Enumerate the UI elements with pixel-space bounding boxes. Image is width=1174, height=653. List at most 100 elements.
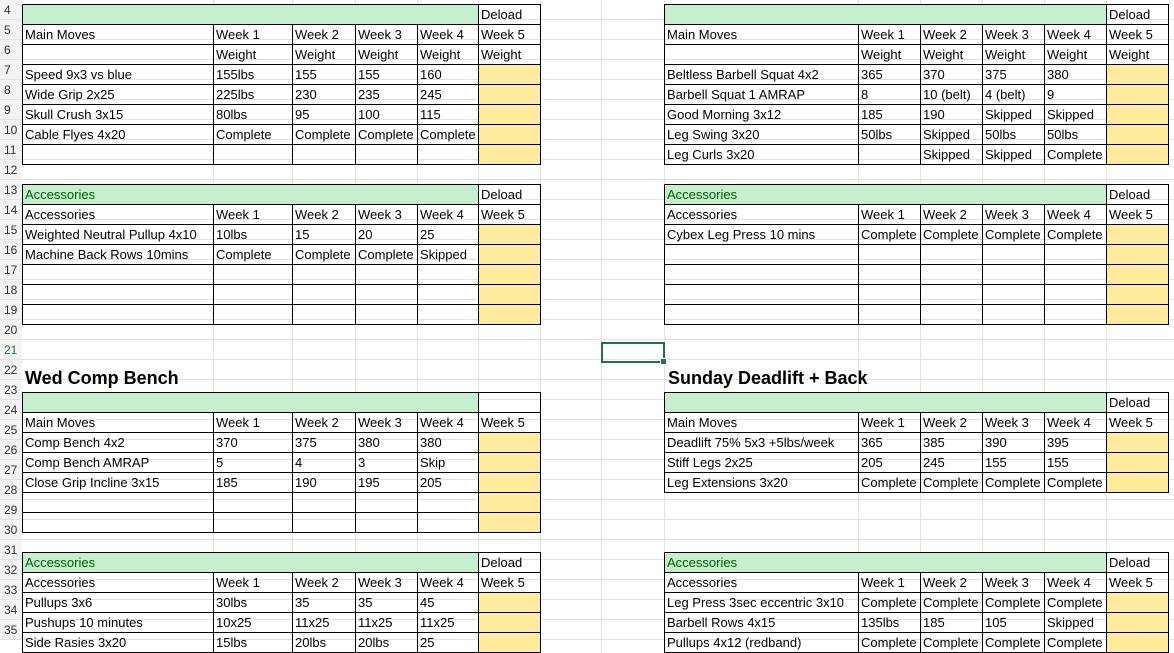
- deload-header-cell[interactable]: Deload: [1106, 184, 1169, 205]
- exercise-cell[interactable]: Comp Bench 4x2: [22, 432, 214, 453]
- value-cell[interactable]: [478, 104, 541, 125]
- value-cell[interactable]: 230: [292, 84, 356, 105]
- value-cell[interactable]: 50lbs: [982, 124, 1045, 145]
- value-cell[interactable]: [355, 144, 418, 165]
- value-cell[interactable]: [355, 512, 418, 533]
- value-cell[interactable]: 15lbs: [213, 632, 293, 653]
- value-cell[interactable]: 4: [292, 452, 356, 473]
- value-cell[interactable]: 185: [213, 472, 293, 493]
- value-cell[interactable]: [478, 84, 541, 105]
- value-cell[interactable]: [292, 144, 356, 165]
- value-cell[interactable]: Week 3: [982, 24, 1045, 45]
- value-cell[interactable]: Skipped: [417, 244, 479, 265]
- value-cell[interactable]: Complete: [982, 472, 1045, 493]
- value-cell[interactable]: [1106, 284, 1169, 305]
- value-cell[interactable]: Weight: [920, 44, 983, 65]
- value-cell[interactable]: [982, 284, 1045, 305]
- value-cell[interactable]: Week 3: [355, 412, 418, 433]
- value-cell[interactable]: 4 (belt): [982, 84, 1045, 105]
- exercise-cell[interactable]: Weighted Neutral Pullup 4x10: [22, 224, 214, 245]
- value-cell[interactable]: Skipped: [920, 144, 983, 165]
- value-cell[interactable]: Week 3: [355, 24, 418, 45]
- row-header[interactable]: 35: [0, 620, 22, 640]
- value-cell[interactable]: 245: [920, 452, 983, 473]
- value-cell[interactable]: Complete: [982, 632, 1045, 653]
- value-cell[interactable]: Skipped: [982, 144, 1045, 165]
- value-cell[interactable]: [1106, 84, 1169, 105]
- exercise-cell[interactable]: Pushups 10 minutes: [22, 612, 214, 633]
- value-cell[interactable]: Week 2: [920, 572, 983, 593]
- value-cell[interactable]: [292, 264, 356, 285]
- value-cell[interactable]: [1106, 432, 1169, 453]
- value-cell[interactable]: [213, 512, 293, 533]
- value-cell[interactable]: 8: [858, 84, 921, 105]
- row-header[interactable]: 15: [0, 220, 22, 240]
- exercise-cell[interactable]: Leg Curls 3x20: [664, 144, 859, 165]
- value-cell[interactable]: Week 5: [1106, 412, 1169, 433]
- value-cell[interactable]: Week 3: [355, 572, 418, 593]
- deload-header-cell[interactable]: Deload: [1106, 4, 1169, 25]
- value-cell[interactable]: Week 5: [1106, 204, 1169, 225]
- value-cell[interactable]: [292, 492, 356, 513]
- value-cell[interactable]: [478, 592, 541, 613]
- value-cell[interactable]: [1106, 144, 1169, 165]
- value-cell[interactable]: [478, 244, 541, 265]
- value-cell[interactable]: Week 5: [478, 412, 541, 433]
- value-cell[interactable]: 80lbs: [213, 104, 293, 125]
- exercise-cell[interactable]: Side Rasies 3x20: [22, 632, 214, 653]
- exercise-cell[interactable]: Cable Flyes 4x20: [22, 124, 214, 145]
- value-cell[interactable]: [1106, 472, 1169, 493]
- value-cell[interactable]: [982, 304, 1045, 325]
- value-cell[interactable]: [213, 144, 293, 165]
- value-cell[interactable]: 225lbs: [213, 84, 293, 105]
- value-cell[interactable]: Week 4: [1044, 24, 1107, 45]
- value-cell[interactable]: Complete: [982, 592, 1045, 613]
- value-cell[interactable]: [1106, 124, 1169, 145]
- value-cell[interactable]: Week 1: [858, 412, 921, 433]
- value-cell[interactable]: 30lbs: [213, 592, 293, 613]
- exercise-cell[interactable]: [664, 44, 859, 65]
- value-cell[interactable]: Complete: [982, 224, 1045, 245]
- value-cell[interactable]: [1106, 304, 1169, 325]
- value-cell[interactable]: 10x25: [213, 612, 293, 633]
- value-cell[interactable]: Week 5: [1106, 572, 1169, 593]
- section-header-cell[interactable]: Accessories: [664, 552, 1107, 573]
- value-cell[interactable]: 155: [1044, 452, 1107, 473]
- exercise-cell[interactable]: Accessories: [22, 204, 214, 225]
- row-header[interactable]: 23: [0, 380, 22, 400]
- row-header[interactable]: 4: [0, 0, 22, 20]
- row-header[interactable]: 30: [0, 520, 22, 540]
- value-cell[interactable]: Week 1: [213, 24, 293, 45]
- exercise-cell[interactable]: Good Morning 3x12: [664, 104, 859, 125]
- value-cell[interactable]: Complete: [920, 224, 983, 245]
- value-cell[interactable]: [1106, 104, 1169, 125]
- value-cell[interactable]: [478, 512, 541, 533]
- value-cell[interactable]: Week 3: [982, 572, 1045, 593]
- deload-header-cell[interactable]: Deload: [478, 552, 541, 573]
- value-cell[interactable]: [213, 492, 293, 513]
- section-header-cell[interactable]: [22, 392, 479, 413]
- exercise-cell[interactable]: [22, 492, 214, 513]
- exercise-cell[interactable]: Main Moves: [664, 412, 859, 433]
- value-cell[interactable]: [982, 244, 1045, 265]
- value-cell[interactable]: 115: [417, 104, 479, 125]
- deload-header-cell[interactable]: [478, 392, 541, 413]
- value-cell[interactable]: 20lbs: [355, 632, 418, 653]
- exercise-cell[interactable]: Skull Crush 3x15: [22, 104, 214, 125]
- value-cell[interactable]: Complete: [920, 592, 983, 613]
- deload-header-cell[interactable]: Deload: [1106, 552, 1169, 573]
- value-cell[interactable]: [417, 304, 479, 325]
- row-header[interactable]: 7: [0, 60, 22, 80]
- exercise-cell[interactable]: [664, 244, 859, 265]
- value-cell[interactable]: 370: [920, 64, 983, 85]
- value-cell[interactable]: 25: [417, 224, 479, 245]
- value-cell[interactable]: [1106, 264, 1169, 285]
- exercise-cell[interactable]: Barbell Squat 1 AMRAP: [664, 84, 859, 105]
- deload-header-cell[interactable]: Deload: [1106, 392, 1169, 413]
- value-cell[interactable]: 11x25: [292, 612, 356, 633]
- value-cell[interactable]: Complete: [1044, 224, 1107, 245]
- value-cell[interactable]: [1106, 592, 1169, 613]
- value-cell[interactable]: Weight: [858, 44, 921, 65]
- value-cell[interactable]: 5: [213, 452, 293, 473]
- value-cell[interactable]: Complete: [1044, 144, 1107, 165]
